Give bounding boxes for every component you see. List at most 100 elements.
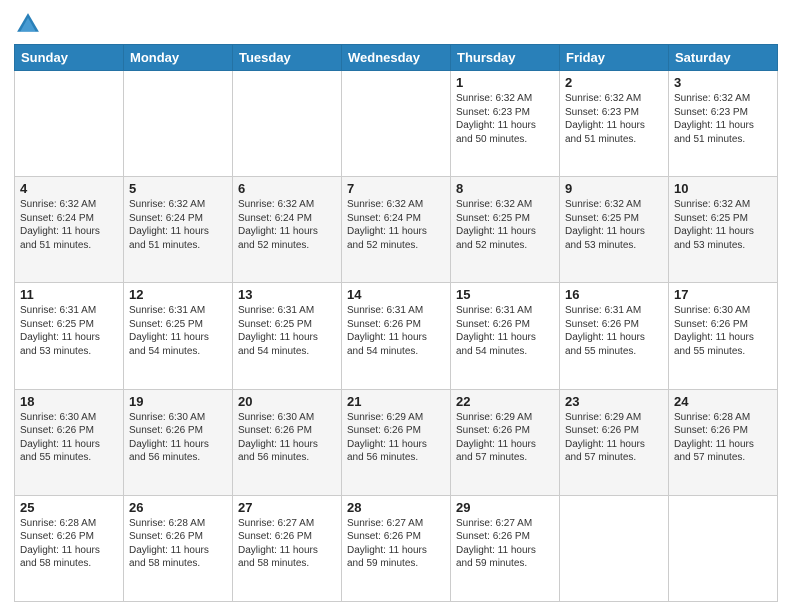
week-row-2: 11Sunrise: 6:31 AM Sunset: 6:25 PM Dayli… xyxy=(15,283,778,389)
day-header-wednesday: Wednesday xyxy=(342,45,451,71)
day-info: Sunrise: 6:31 AM Sunset: 6:25 PM Dayligh… xyxy=(20,304,118,358)
day-number: 4 xyxy=(20,181,118,196)
day-number: 9 xyxy=(565,181,663,196)
calendar-cell xyxy=(342,71,451,177)
day-number: 8 xyxy=(456,181,554,196)
day-number: 13 xyxy=(238,287,336,302)
day-info: Sunrise: 6:32 AM Sunset: 6:24 PM Dayligh… xyxy=(238,198,336,252)
day-info: Sunrise: 6:27 AM Sunset: 6:26 PM Dayligh… xyxy=(456,517,554,571)
day-info: Sunrise: 6:32 AM Sunset: 6:23 PM Dayligh… xyxy=(456,92,554,146)
day-number: 3 xyxy=(674,75,772,90)
calendar-cell: 10 Sunrise: 6:32 AM Sunset: 6:25 PM Dayli… xyxy=(669,177,778,283)
day-info: Sunrise: 6:29 AM Sunset: 6:26 PM Dayligh… xyxy=(347,411,445,465)
week-row-4: 25 Sunrise: 6:28 AM Sunset: 6:26 PM Dayli… xyxy=(15,495,778,601)
day-number: 7 xyxy=(347,181,445,196)
calendar-cell: 9 Sunrise: 6:32 AM Sunset: 6:25 PM Daylig… xyxy=(560,177,669,283)
calendar-cell: 6 Sunrise: 6:32 AM Sunset: 6:24 PM Daylig… xyxy=(233,177,342,283)
calendar-cell: 1 Sunrise: 6:32 AM Sunset: 6:23 PM Daylig… xyxy=(451,71,560,177)
day-info: Sunrise: 6:30 AM Sunset: 6:26 PM Dayligh… xyxy=(238,411,336,465)
day-info: Sunrise: 6:30 AM Sunset: 6:26 PM Dayligh… xyxy=(674,304,772,358)
calendar-cell: 16 Sunrise: 6:31 AM Sunset: 6:26 PM Dayli… xyxy=(560,283,669,389)
day-number: 2 xyxy=(565,75,663,90)
calendar-cell: 17 Sunrise: 6:30 AM Sunset: 6:26 PM Dayli… xyxy=(669,283,778,389)
day-number: 19 xyxy=(129,394,227,409)
day-info: Sunrise: 6:30 AM Sunset: 6:26 PM Dayligh… xyxy=(129,411,227,465)
day-number: 10 xyxy=(674,181,772,196)
week-row-3: 18 Sunrise: 6:30 AM Sunset: 6:26 PM Dayli… xyxy=(15,389,778,495)
calendar-cell: 27 Sunrise: 6:27 AM Sunset: 6:26 PM Dayli… xyxy=(233,495,342,601)
day-info: Sunrise: 6:32 AM Sunset: 6:23 PM Dayligh… xyxy=(674,92,772,146)
day-header-monday: Monday xyxy=(124,45,233,71)
day-number: 14 xyxy=(347,287,445,302)
day-info: Sunrise: 6:32 AM Sunset: 6:23 PM Dayligh… xyxy=(565,92,663,146)
day-number: 22 xyxy=(456,394,554,409)
calendar-cell: 4 Sunrise: 6:32 AM Sunset: 6:24 PM Daylig… xyxy=(15,177,124,283)
day-info: Sunrise: 6:27 AM Sunset: 6:26 PM Dayligh… xyxy=(347,517,445,571)
calendar-cell: 25 Sunrise: 6:28 AM Sunset: 6:26 PM Dayli… xyxy=(15,495,124,601)
calendar-cell: 28Sunrise: 6:27 AM Sunset: 6:26 PM Dayli… xyxy=(342,495,451,601)
day-info: Sunrise: 6:29 AM Sunset: 6:26 PM Dayligh… xyxy=(456,411,554,465)
day-info: Sunrise: 6:32 AM Sunset: 6:25 PM Dayligh… xyxy=(565,198,663,252)
day-number: 20 xyxy=(238,394,336,409)
day-number: 12 xyxy=(129,287,227,302)
day-number: 23 xyxy=(565,394,663,409)
calendar-cell: 3 Sunrise: 6:32 AM Sunset: 6:23 PM Daylig… xyxy=(669,71,778,177)
calendar-cell: 13 Sunrise: 6:31 AM Sunset: 6:25 PM Dayli… xyxy=(233,283,342,389)
day-info: Sunrise: 6:32 AM Sunset: 6:25 PM Dayligh… xyxy=(456,198,554,252)
day-number: 17 xyxy=(674,287,772,302)
calendar-cell: 23Sunrise: 6:29 AM Sunset: 6:26 PM Dayli… xyxy=(560,389,669,495)
calendar-cell: 22 Sunrise: 6:29 AM Sunset: 6:26 PM Dayli… xyxy=(451,389,560,495)
day-info: Sunrise: 6:28 AM Sunset: 6:26 PM Dayligh… xyxy=(129,517,227,571)
day-info: Sunrise: 6:31 AM Sunset: 6:25 PM Dayligh… xyxy=(129,304,227,358)
day-number: 6 xyxy=(238,181,336,196)
day-info: Sunrise: 6:31 AM Sunset: 6:25 PM Dayligh… xyxy=(238,304,336,358)
day-number: 25 xyxy=(20,500,118,515)
day-info: Sunrise: 6:27 AM Sunset: 6:26 PM Dayligh… xyxy=(238,517,336,571)
logo xyxy=(14,10,46,38)
day-header-tuesday: Tuesday xyxy=(233,45,342,71)
day-info: Sunrise: 6:28 AM Sunset: 6:26 PM Dayligh… xyxy=(20,517,118,571)
day-info: Sunrise: 6:32 AM Sunset: 6:24 PM Dayligh… xyxy=(129,198,227,252)
calendar-cell xyxy=(560,495,669,601)
day-info: Sunrise: 6:31 AM Sunset: 6:26 PM Dayligh… xyxy=(347,304,445,358)
calendar-cell: 15 Sunrise: 6:31 AM Sunset: 6:26 PM Dayli… xyxy=(451,283,560,389)
calendar-cell: 7Sunrise: 6:32 AM Sunset: 6:24 PM Daylig… xyxy=(342,177,451,283)
calendar-cell: 14 Sunrise: 6:31 AM Sunset: 6:26 PM Dayli… xyxy=(342,283,451,389)
calendar-table: SundayMondayTuesdayWednesdayThursdayFrid… xyxy=(14,44,778,602)
day-number: 1 xyxy=(456,75,554,90)
week-row-1: 4 Sunrise: 6:32 AM Sunset: 6:24 PM Daylig… xyxy=(15,177,778,283)
day-info: Sunrise: 6:32 AM Sunset: 6:24 PM Dayligh… xyxy=(20,198,118,252)
calendar-cell: 19 Sunrise: 6:30 AM Sunset: 6:26 PM Dayli… xyxy=(124,389,233,495)
header xyxy=(14,10,778,38)
calendar-cell: 11Sunrise: 6:31 AM Sunset: 6:25 PM Dayli… xyxy=(15,283,124,389)
calendar-cell xyxy=(15,71,124,177)
calendar-cell: 5 Sunrise: 6:32 AM Sunset: 6:24 PM Daylig… xyxy=(124,177,233,283)
calendar-cell: 29 Sunrise: 6:27 AM Sunset: 6:26 PM Dayli… xyxy=(451,495,560,601)
page: SundayMondayTuesdayWednesdayThursdayFrid… xyxy=(0,0,792,612)
calendar-cell xyxy=(233,71,342,177)
day-info: Sunrise: 6:31 AM Sunset: 6:26 PM Dayligh… xyxy=(456,304,554,358)
calendar-cell: 2 Sunrise: 6:32 AM Sunset: 6:23 PM Daylig… xyxy=(560,71,669,177)
day-number: 18 xyxy=(20,394,118,409)
calendar-cell: 20 Sunrise: 6:30 AM Sunset: 6:26 PM Dayli… xyxy=(233,389,342,495)
calendar-cell: 24Sunrise: 6:28 AM Sunset: 6:26 PM Dayli… xyxy=(669,389,778,495)
day-info: Sunrise: 6:30 AM Sunset: 6:26 PM Dayligh… xyxy=(20,411,118,465)
day-info: Sunrise: 6:31 AM Sunset: 6:26 PM Dayligh… xyxy=(565,304,663,358)
day-number: 26 xyxy=(129,500,227,515)
day-number: 24 xyxy=(674,394,772,409)
calendar-cell xyxy=(124,71,233,177)
calendar-cell: 12 Sunrise: 6:31 AM Sunset: 6:25 PM Dayli… xyxy=(124,283,233,389)
week-row-0: 1 Sunrise: 6:32 AM Sunset: 6:23 PM Daylig… xyxy=(15,71,778,177)
day-number: 16 xyxy=(565,287,663,302)
day-header-friday: Friday xyxy=(560,45,669,71)
day-number: 29 xyxy=(456,500,554,515)
day-number: 27 xyxy=(238,500,336,515)
day-info: Sunrise: 6:32 AM Sunset: 6:25 PM Dayligh… xyxy=(674,198,772,252)
day-number: 15 xyxy=(456,287,554,302)
day-header-saturday: Saturday xyxy=(669,45,778,71)
calendar-cell: 8 Sunrise: 6:32 AM Sunset: 6:25 PM Daylig… xyxy=(451,177,560,283)
day-number: 5 xyxy=(129,181,227,196)
day-header-sunday: Sunday xyxy=(15,45,124,71)
calendar-cell: 21Sunrise: 6:29 AM Sunset: 6:26 PM Dayli… xyxy=(342,389,451,495)
day-header-thursday: Thursday xyxy=(451,45,560,71)
